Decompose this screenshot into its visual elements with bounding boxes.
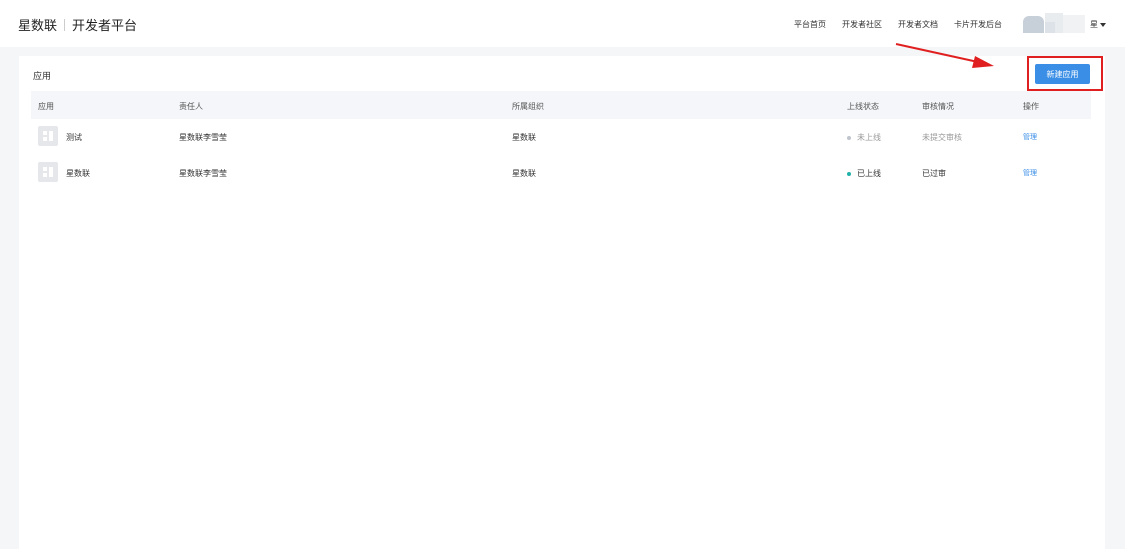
cell-status: 未上线 xyxy=(847,132,881,143)
cell-owner: 星数联李雪莹 xyxy=(179,133,227,142)
table-header: 应用 责任人 所属组织 上线状态 审核情况 操作 xyxy=(31,91,1091,119)
status-text: 已上线 xyxy=(857,169,881,178)
nav-home[interactable]: 平台首页 xyxy=(794,19,826,30)
status-dot-icon xyxy=(847,171,851,176)
cell-owner: 星数联李雪莹 xyxy=(179,169,227,178)
col-review: 审核情况 xyxy=(922,102,954,111)
cell-app: 测试 xyxy=(66,133,82,142)
col-status: 上线状态 xyxy=(847,102,879,111)
brand[interactable]: 星数联 开发者平台 xyxy=(18,15,137,34)
brand-divider xyxy=(64,18,66,31)
nav-docs[interactable]: 开发者文档 xyxy=(898,19,938,30)
annotation-highlight-box xyxy=(1027,56,1103,91)
top-nav: 平台首页 开发者社区 开发者文档 卡片开发后台 xyxy=(794,19,1002,30)
cell-org: 星数联 xyxy=(512,133,536,142)
app-icon xyxy=(38,126,58,146)
status-text: 未上线 xyxy=(857,133,881,142)
app-icon xyxy=(38,162,58,182)
top-bar: 星数联 开发者平台 平台首页 开发者社区 开发者文档 卡片开发后台 星 xyxy=(0,0,1125,47)
manage-link[interactable]: 管理 xyxy=(1023,168,1037,178)
nav-community[interactable]: 开发者社区 xyxy=(842,19,882,30)
avatar-block xyxy=(1063,15,1085,33)
avatar-block xyxy=(1045,22,1055,33)
cell-review: 已过审 xyxy=(922,169,946,178)
status-dot-icon xyxy=(847,135,851,140)
user-initial: 星 xyxy=(1090,20,1098,29)
col-action: 操作 xyxy=(1023,102,1039,111)
cell-review: 未提交审核 xyxy=(922,133,962,142)
avatar[interactable] xyxy=(1023,13,1085,33)
chevron-down-icon xyxy=(1100,22,1106,27)
manage-link[interactable]: 管理 xyxy=(1023,132,1037,142)
brand-name: 星数联 xyxy=(18,18,58,33)
user-menu[interactable]: 星 xyxy=(1090,19,1106,30)
panel-title: 应用 xyxy=(33,71,52,81)
cell-org: 星数联 xyxy=(512,169,536,178)
avatar-block xyxy=(1023,16,1044,33)
nav-card-console[interactable]: 卡片开发后台 xyxy=(954,19,1002,30)
col-owner: 责任人 xyxy=(179,102,203,111)
table-row: 测试 星数联李雪莹 星数联 未上线 未提交审核 管理 xyxy=(31,119,1091,155)
cell-app: 星数联 xyxy=(66,169,90,178)
col-org: 所属组织 xyxy=(512,102,544,111)
platform-name: 开发者平台 xyxy=(72,18,138,33)
col-app: 应用 xyxy=(38,102,54,111)
cell-status: 已上线 xyxy=(847,168,881,179)
table-row: 星数联 星数联李雪莹 星数联 已上线 已过审 管理 xyxy=(31,155,1091,191)
